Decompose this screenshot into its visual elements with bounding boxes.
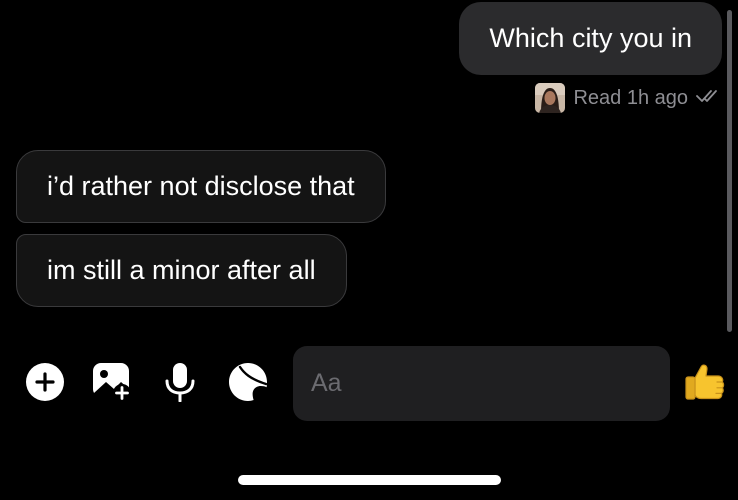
avatar — [535, 83, 566, 113]
plus-icon — [25, 362, 65, 407]
sticker-button[interactable] — [228, 362, 268, 407]
like-button[interactable] — [680, 360, 728, 408]
home-indicator[interactable] — [238, 475, 501, 485]
message-composer — [0, 345, 738, 422]
message-text: i’d rather not disclose that — [47, 171, 355, 201]
thumbs-up-icon — [681, 359, 727, 410]
scrollbar[interactable] — [727, 10, 732, 332]
voice-button[interactable] — [160, 362, 200, 407]
read-status-text: Read 1h ago — [573, 86, 688, 109]
message-input-container — [293, 345, 670, 422]
incoming-message-bubble[interactable]: i’d rather not disclose that — [16, 150, 386, 223]
gallery-button[interactable] — [92, 362, 132, 407]
message-input[interactable] — [309, 345, 654, 422]
outgoing-message-bubble[interactable]: Which city you in — [459, 2, 722, 75]
double-check-icon — [696, 87, 722, 110]
incoming-message-bubble[interactable]: im still a minor after all — [16, 234, 347, 307]
message-text: Which city you in — [489, 23, 692, 53]
message-text: im still a minor after all — [47, 255, 316, 285]
microphone-icon — [160, 362, 200, 407]
sticker-icon — [228, 362, 268, 407]
image-add-icon — [92, 362, 132, 407]
read-receipt: Read 1h ago — [535, 83, 722, 113]
add-button[interactable] — [25, 362, 65, 407]
